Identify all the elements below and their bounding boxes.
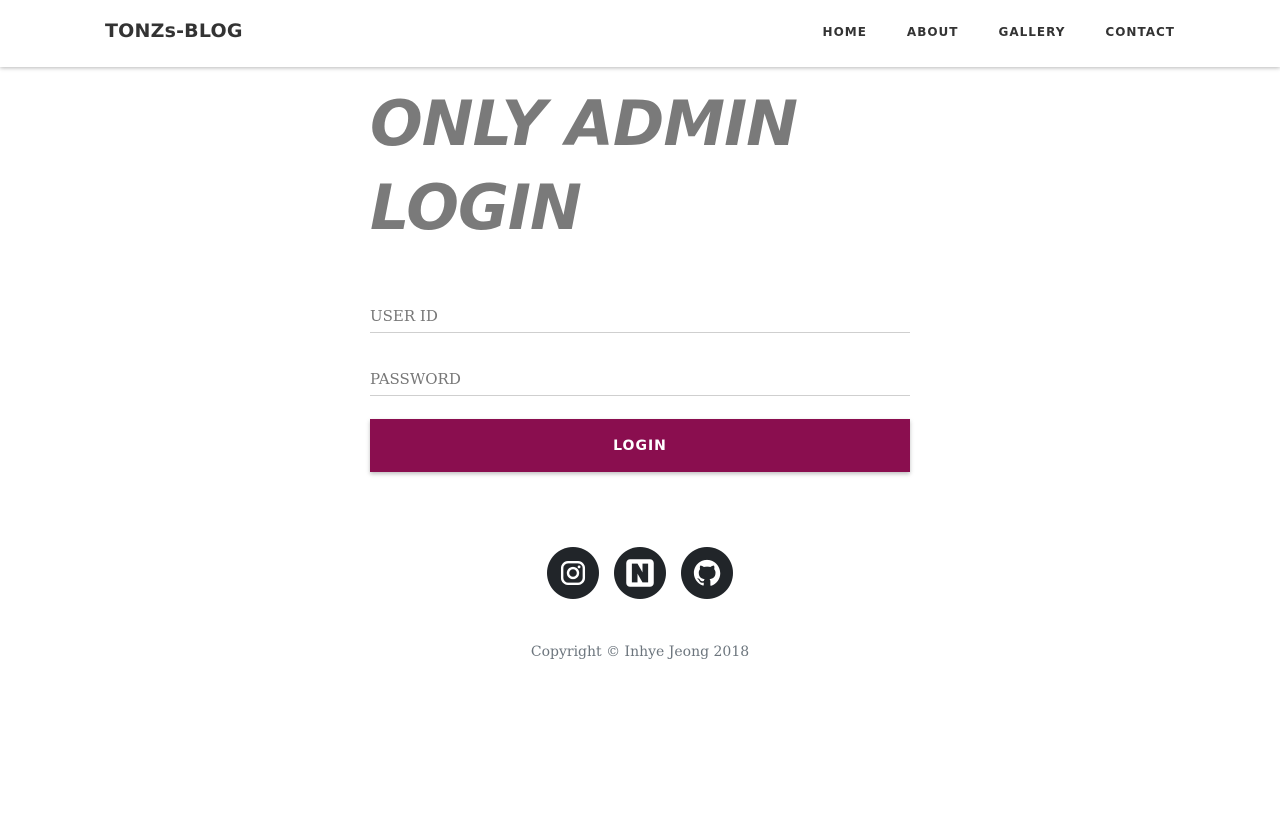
nav-links: HOME ABOUT GALLERY CONTACT — [783, 25, 1175, 39]
page-title-line-2: LOGIN — [370, 171, 582, 244]
password-input[interactable] — [370, 363, 910, 396]
copyright-text: Copyright © Inhye Jeong 2018 — [530, 644, 750, 660]
brand-logo[interactable]: TONZs-BLOG — [105, 20, 243, 42]
instagram-link[interactable] — [547, 547, 599, 599]
naver-link[interactable] — [614, 547, 666, 599]
page-title-line-1: ONLY ADMIN — [370, 87, 798, 160]
page-title: ONLY ADMIN LOGIN — [370, 82, 930, 250]
instagram-icon — [560, 560, 586, 586]
social-links — [547, 547, 733, 599]
nav-link-home[interactable]: HOME — [823, 25, 867, 39]
nav-link-about[interactable]: ABOUT — [907, 25, 959, 39]
login-button[interactable]: LOGIN — [370, 419, 910, 472]
nav-link-gallery[interactable]: GALLERY — [999, 25, 1066, 39]
nav-link-contact[interactable]: CONTACT — [1105, 25, 1175, 39]
user-id-input[interactable] — [370, 300, 910, 333]
navbar: TONZs-BLOG HOME ABOUT GALLERY CONTACT — [0, 0, 1280, 67]
github-icon — [693, 559, 721, 586]
github-link[interactable] — [681, 547, 733, 599]
naver-icon — [626, 559, 654, 587]
